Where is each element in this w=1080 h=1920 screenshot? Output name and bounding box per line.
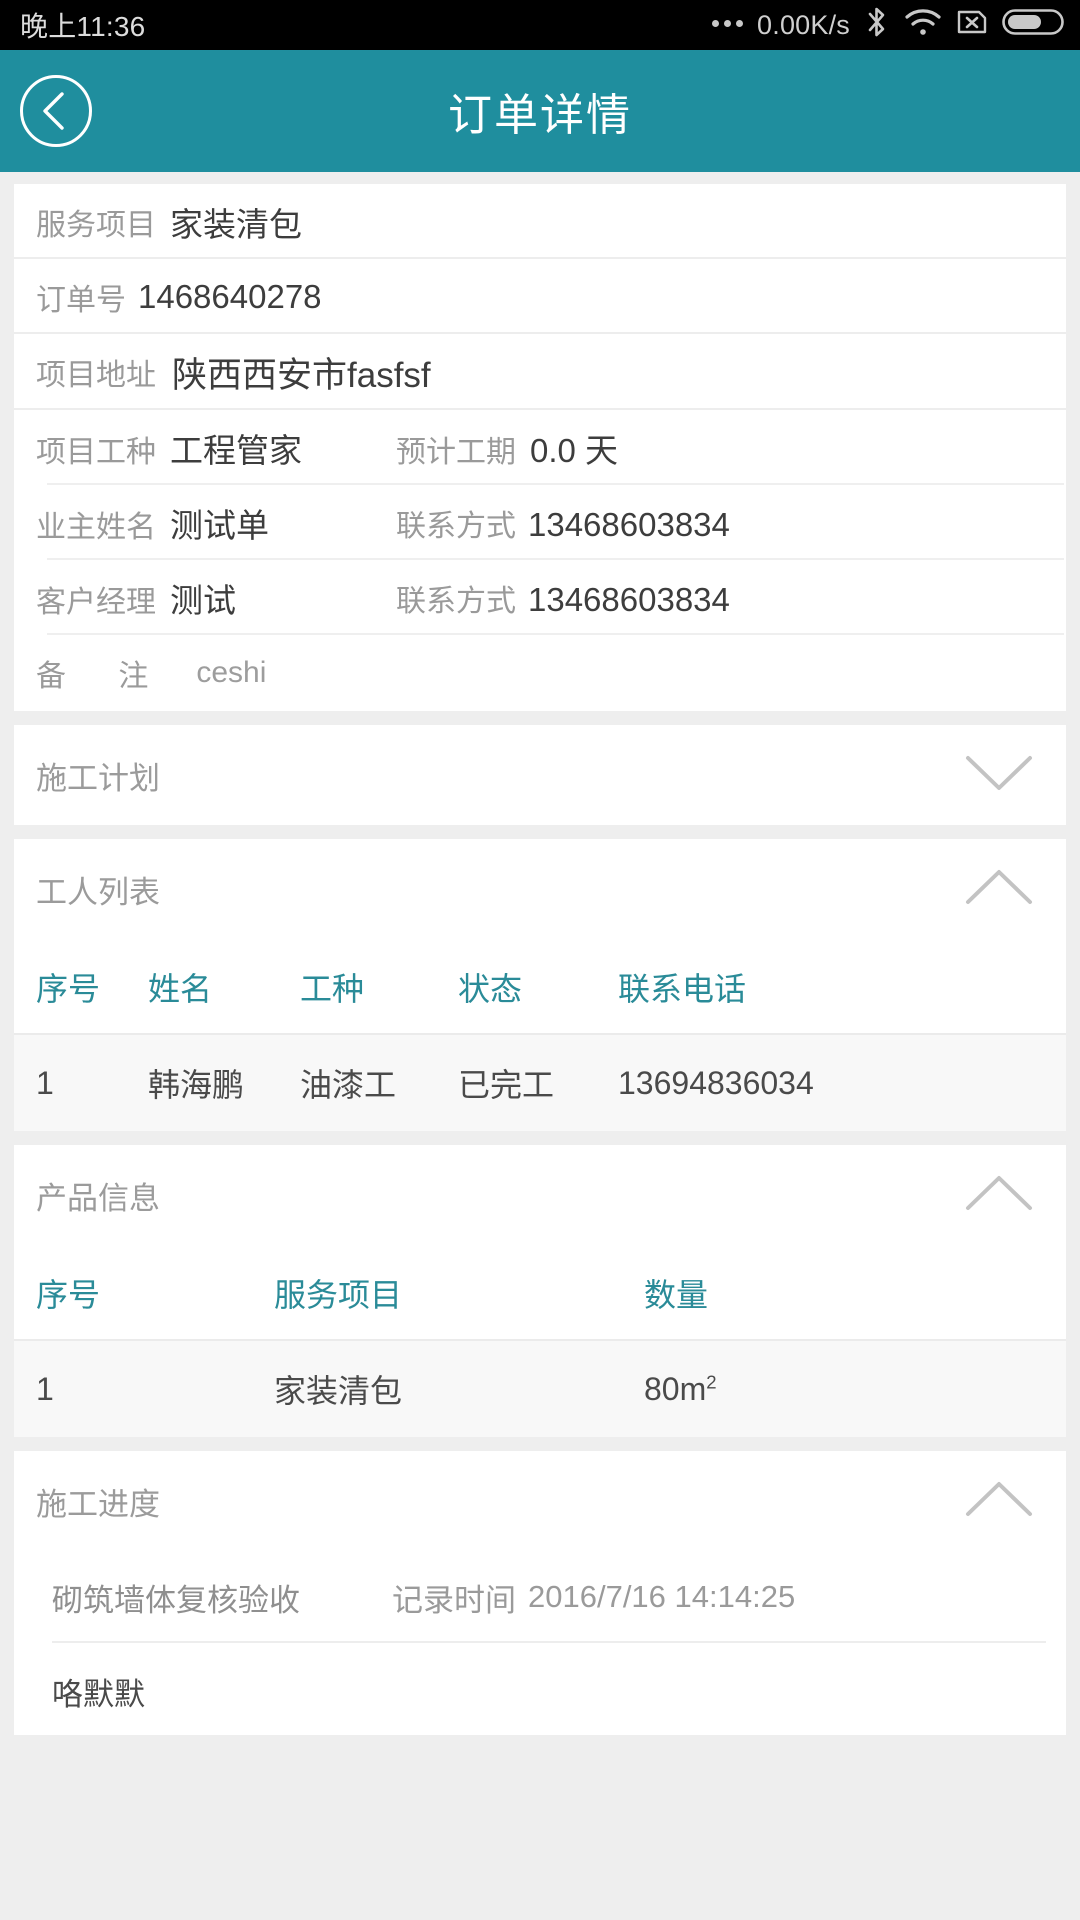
worker-col-index: 序号 [36,971,101,1007]
section-construction-progress[interactable]: 施工进度 [14,1451,1066,1551]
product-qty-number: 80m [644,1370,707,1407]
value-estimated-duration: 0.0 天 [530,431,619,469]
value-project-trade: 工程管家 [170,431,302,469]
table-row[interactable]: 1 韩海鹏 油漆工 已完工 13694836034 [14,1035,1066,1131]
worker-col-name: 姓名 [148,971,213,1007]
info-row-order-number: 订单号 1468640278 [14,259,1066,334]
back-button[interactable] [20,75,92,147]
label-service-item: 服务项目 [36,208,156,242]
table-row[interactable]: 1 家装清包 80m2 [14,1341,1066,1437]
chevron-up-icon[interactable] [962,1476,1036,1527]
bluetooth-icon [864,5,890,46]
list-item[interactable]: 咯默默 [14,1643,1066,1735]
info-row-remark: 备 注 ceshi [14,635,1066,711]
section-title-worker-list: 工人列表 [36,874,160,910]
label-estimated-duration: 预计工期 [396,435,516,469]
product-cell-qty: 80m2 [644,1371,1066,1408]
status-bar: 晚上11:36 0.00K/s [0,0,1080,50]
order-info-card: 服务项目 家装清包 订单号 1468640278 项目地址 陕西西安市fasfs… [14,184,1066,711]
progress-time-label: 记录时间 [392,1582,516,1618]
worker-cell-status: 已完工 [458,1067,555,1103]
progress-time-value: 2016/7/16 14:14:25 [528,1579,796,1614]
status-bar-time: 晚上11:36 [20,11,146,42]
chevron-up-icon[interactable] [962,864,1036,915]
product-col-item: 服务项目 [274,1277,403,1313]
back-chevron-icon [41,89,71,133]
status-bar-icons: 0.00K/s [712,5,1064,46]
worker-col-trade: 工种 [300,971,365,1007]
chevron-up-icon[interactable] [962,1170,1036,1221]
value-owner-name: 测试单 [170,506,269,544]
section-construction-plan[interactable]: 施工计划 [14,725,1066,825]
label-project-address: 项目地址 [36,359,156,392]
label-owner-name: 业主姓名 [36,510,156,544]
section-title-product-info: 产品信息 [36,1180,160,1216]
product-cell-index: 1 [36,1370,54,1407]
product-col-qty: 数量 [644,1277,709,1313]
more-dots-icon [712,19,744,31]
worker-col-status: 状态 [458,971,523,1007]
label-order-number: 订单号 [36,283,126,317]
title-bar: 订单详情 [0,50,1080,172]
product-table: 序号 服务项目 数量 1 家装清包 80m2 [14,1245,1066,1437]
chevron-down-icon[interactable] [962,750,1036,801]
product-table-header-row: 序号 服务项目 数量 [14,1245,1066,1341]
value-account-manager: 测试 [170,581,236,619]
worker-col-phone: 联系电话 [618,971,747,1007]
battery-icon [1002,6,1064,45]
value-order-number: 1468640278 [138,277,322,315]
label-project-trade: 项目工种 [36,435,156,469]
list-item[interactable]: 砌筑墙体复核验收 记录时间 2016/7/16 14:14:25 [14,1551,1066,1643]
info-row-owner-contact: 业主姓名 测试单 联系方式 13468603834 [14,485,1066,560]
value-remark: ceshi [196,656,267,689]
worker-cell-name: 韩海鹏 [148,1067,245,1103]
sim-card-disabled-icon [956,6,988,45]
info-row-trade-duration: 项目工种 工程管家 预计工期 0.0 天 [14,410,1066,485]
worker-cell-index: 1 [36,1064,54,1101]
value-owner-phone: 13468603834 [528,505,730,543]
section-header-construction-progress[interactable]: 施工进度 [14,1451,1066,1551]
info-row-project-address: 项目地址 陕西西安市fasfsf [14,334,1066,410]
value-manager-phone: 13468603834 [528,580,730,618]
value-service-item: 家装清包 [170,205,302,243]
section-header-product-info[interactable]: 产品信息 [14,1145,1066,1245]
page-title: 订单详情 [448,91,632,140]
wifi-icon [904,6,942,45]
info-row-service-item: 服务项目 家装清包 [14,184,1066,259]
section-header-worker-list[interactable]: 工人列表 [14,839,1066,939]
section-header-construction-plan[interactable]: 施工计划 [14,725,1066,825]
info-row-manager-contact: 客户经理 测试 联系方式 13468603834 [14,560,1066,635]
section-worker-list[interactable]: 工人列表 [14,839,1066,939]
section-title-construction-progress: 施工进度 [36,1486,160,1522]
network-speed-label: 0.00K/s [757,9,850,40]
section-product-info[interactable]: 产品信息 [14,1145,1066,1245]
product-cell-item: 家装清包 [274,1373,403,1409]
product-col-index: 序号 [36,1277,101,1313]
label-remark: 备 注 [36,660,171,693]
label-account-manager: 客户经理 [36,585,156,619]
value-project-address: 陕西西安市fasfsf [172,355,431,395]
progress-list: 砌筑墙体复核验收 记录时间 2016/7/16 14:14:25 咯默默 [14,1551,1066,1735]
label-manager-phone: 联系方式 [396,584,516,618]
worker-table: 序号 姓名 工种 状态 联系电话 1 韩海鹏 油漆工 已完工 136948360… [14,939,1066,1131]
section-title-construction-plan: 施工计划 [36,760,160,796]
progress-item-name: 咯默默 [52,1676,145,1712]
worker-cell-phone: 13694836034 [618,1064,814,1101]
progress-item-name: 砌筑墙体复核验收 [52,1582,300,1618]
label-owner-phone: 联系方式 [396,509,516,543]
product-qty-unit-exponent: 2 [706,1370,717,1392]
worker-table-header-row: 序号 姓名 工种 状态 联系电话 [14,939,1066,1035]
worker-cell-trade: 油漆工 [300,1067,397,1103]
